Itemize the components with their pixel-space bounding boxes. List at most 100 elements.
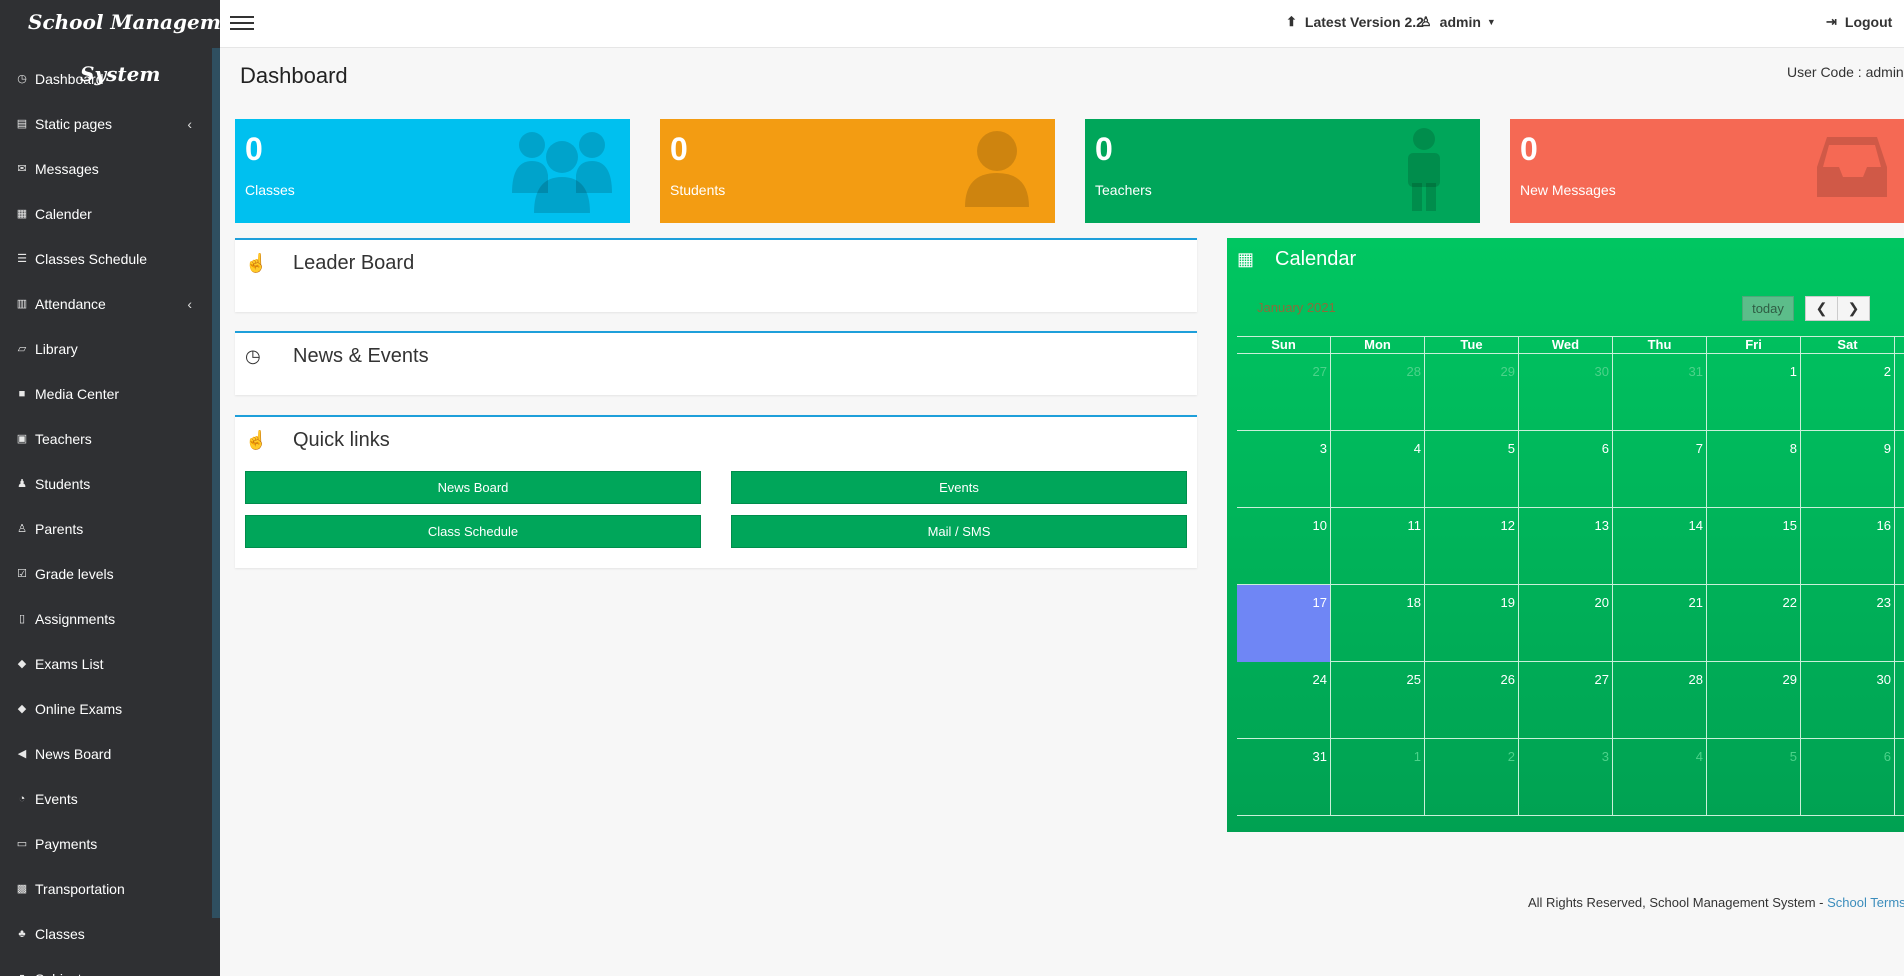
calendar-day[interactable]: 6 [1519, 431, 1613, 508]
sidebar-item-messages[interactable]: ✉ Messages [0, 146, 212, 191]
sidebar-item-grade-levels[interactable]: ☑ Grade levels [0, 551, 212, 596]
calendar-day[interactable]: 10 [1237, 508, 1331, 585]
calendar-day[interactable]: 14 [1613, 508, 1707, 585]
calendar-day[interactable]: 29 [1707, 662, 1801, 739]
sidebar-item-classes-schedule[interactable]: ☰ Classes Schedule [0, 236, 212, 281]
calendar-icon: ▦ [16, 208, 28, 220]
calendar-day[interactable]: 18 [1331, 585, 1425, 662]
menu-toggle-icon[interactable] [230, 12, 254, 32]
calendar-day[interactable]: 28 [1613, 662, 1707, 739]
sidebar-item-classes[interactable]: ♣ Classes [0, 911, 212, 956]
calendar-day[interactable]: 31 [1613, 354, 1707, 431]
today-button[interactable]: today [1742, 296, 1794, 321]
sidebar-item-static-pages[interactable]: ▤ Static pages ‹ [0, 101, 212, 146]
calendar-day[interactable]: 26 [1425, 662, 1519, 739]
calendar-day[interactable]: 23 [1801, 585, 1895, 662]
calendar-day[interactable]: 30 [1801, 662, 1895, 739]
stat-value: 0 [1520, 131, 1538, 167]
calendar-day[interactable]: 4 [1613, 739, 1707, 816]
calendar-day[interactable]: 2 [1801, 354, 1895, 431]
calendar-day[interactable]: 22 [1707, 585, 1801, 662]
calendar-day[interactable]: 1 [1707, 354, 1801, 431]
calendar-day[interactable]: 16 [1801, 508, 1895, 585]
calendar-day-number: 21 [1688, 595, 1703, 610]
news-board-button[interactable]: News Board [245, 471, 701, 504]
calendar-day[interactable]: 1 [1331, 739, 1425, 816]
calendar-day-today[interactable]: 17 [1237, 585, 1331, 662]
sidebar-item-subjects[interactable]: ▮ Subjects [0, 956, 212, 976]
class-schedule-button[interactable]: Class Schedule [245, 515, 701, 548]
calendar-day-number: 12 [1500, 518, 1515, 533]
sidebar-item-attendance[interactable]: ▥ Attendance ‹ [0, 281, 212, 326]
sidebar-item-teachers[interactable]: ▣ Teachers [0, 416, 212, 461]
calendar-day[interactable]: 31 [1237, 739, 1331, 816]
user-menu[interactable]: ♙ admin ▼ [1420, 14, 1496, 30]
sidebar-item-events[interactable]: ◔ Events [0, 776, 212, 821]
sidebar-item-calender[interactable]: ▦ Calender [0, 191, 212, 236]
chevron-left-icon[interactable]: ‹ [187, 116, 192, 132]
stat-box-teachers[interactable]: 0 Teachers [1085, 119, 1480, 223]
calendar-day-number: 19 [1500, 595, 1515, 610]
chevron-left-icon[interactable]: ‹ [187, 296, 192, 312]
calendar-day[interactable]: 28 [1331, 354, 1425, 431]
calendar-day[interactable]: 8 [1707, 431, 1801, 508]
sidebar-item-news-board[interactable]: ◀ News Board [0, 731, 212, 776]
calendar-day[interactable]: 7 [1613, 431, 1707, 508]
sidebar-item-dashboard[interactable]: ◷ Dashboard [0, 56, 212, 101]
calendar-day[interactable]: 21 [1613, 585, 1707, 662]
sidebar-item-students[interactable]: ♟ Students [0, 461, 212, 506]
calendar-day[interactable]: 5 [1425, 431, 1519, 508]
sidebar-item-assignments[interactable]: ▯ Assignments [0, 596, 212, 641]
school-terms-link[interactable]: School Terms [1827, 895, 1904, 910]
sidebar-item-payments[interactable]: ▭ Payments [0, 821, 212, 866]
sidebar-item-library[interactable]: ▱ Library [0, 326, 212, 371]
user-icon [965, 131, 1029, 207]
calendar-day[interactable]: 2 [1425, 739, 1519, 816]
sidebar-item-media-center[interactable]: ■ Media Center [0, 371, 212, 416]
calendar-day[interactable]: 24 [1237, 662, 1331, 739]
sidebar-item-parents[interactable]: ♙ Parents [0, 506, 212, 551]
mail-sms-button[interactable]: Mail / SMS [731, 515, 1187, 548]
calendar-day[interactable]: 3 [1519, 739, 1613, 816]
calendar-day-number: 6 [1883, 749, 1891, 764]
chevron-right-icon: ❯ [1847, 300, 1860, 316]
calendar-day[interactable]: 5 [1707, 739, 1801, 816]
calendar-day[interactable]: 29 [1425, 354, 1519, 431]
calendar-day[interactable]: 20 [1519, 585, 1613, 662]
calendar-day[interactable]: 25 [1331, 662, 1425, 739]
sidebar-item-transportation[interactable]: ▩ Transportation [0, 866, 212, 911]
money-icon: ▭ [16, 838, 28, 850]
stat-box-classes[interactable]: 0 Classes [235, 119, 630, 223]
sidebar-scrollbar[interactable] [212, 48, 220, 918]
logout-link[interactable]: ⇥ Logout [1826, 14, 1892, 30]
latest-version-link[interactable]: ⬆ Latest Version 2.2 [1286, 14, 1424, 30]
calendar-day[interactable]: 30 [1519, 354, 1613, 431]
calendar-day[interactable]: 13 [1519, 508, 1613, 585]
sidebar-item-label: Exams List [35, 655, 104, 672]
stat-box-students[interactable]: 0 Students [660, 119, 1055, 223]
calendar-day[interactable]: 15 [1707, 508, 1801, 585]
calendar-day[interactable]: 4 [1331, 431, 1425, 508]
sidebar-item-label: Messages [35, 160, 99, 177]
sidebar-item-label: Media Center [35, 385, 120, 402]
calendar-day[interactable]: 11 [1331, 508, 1425, 585]
sidebar-item-exams-list[interactable]: ◆ Exams List [0, 641, 212, 686]
calendar-day[interactable]: 19 [1425, 585, 1519, 662]
stat-box-new-messages[interactable]: 0 New Messages [1510, 119, 1904, 223]
latest-version-label: Latest Version 2.2 [1304, 14, 1424, 30]
calendar-weeks: 27 28 29 30 31 1 2 3 4 5 6 7 8 9 10 11 12 13 14 15 16 17 18 19 2… [1237, 354, 1904, 816]
calendar-day[interactable]: 12 [1425, 508, 1519, 585]
clock-icon: ◔ [18, 792, 26, 805]
sidebar-item-online-exams[interactable]: ◆ Online Exams [0, 686, 212, 731]
prev-month-button[interactable]: ❮ [1805, 296, 1838, 321]
calendar-day[interactable]: 3 [1237, 431, 1331, 508]
calendar-day[interactable]: 27 [1519, 662, 1613, 739]
calendar-day[interactable]: 6 [1801, 739, 1895, 816]
events-button[interactable]: Events [731, 471, 1187, 504]
next-month-button[interactable]: ❯ [1837, 296, 1870, 321]
calendar-day[interactable]: 27 [1237, 354, 1331, 431]
page-title: Dashboard [240, 63, 348, 88]
calendar-panel: ▦ Calendar January 2021 today ❮ ❯ Sun Mon… [1227, 238, 1904, 832]
brand-logo[interactable]: School Management System [0, 0, 257, 86]
calendar-day[interactable]: 9 [1801, 431, 1895, 508]
